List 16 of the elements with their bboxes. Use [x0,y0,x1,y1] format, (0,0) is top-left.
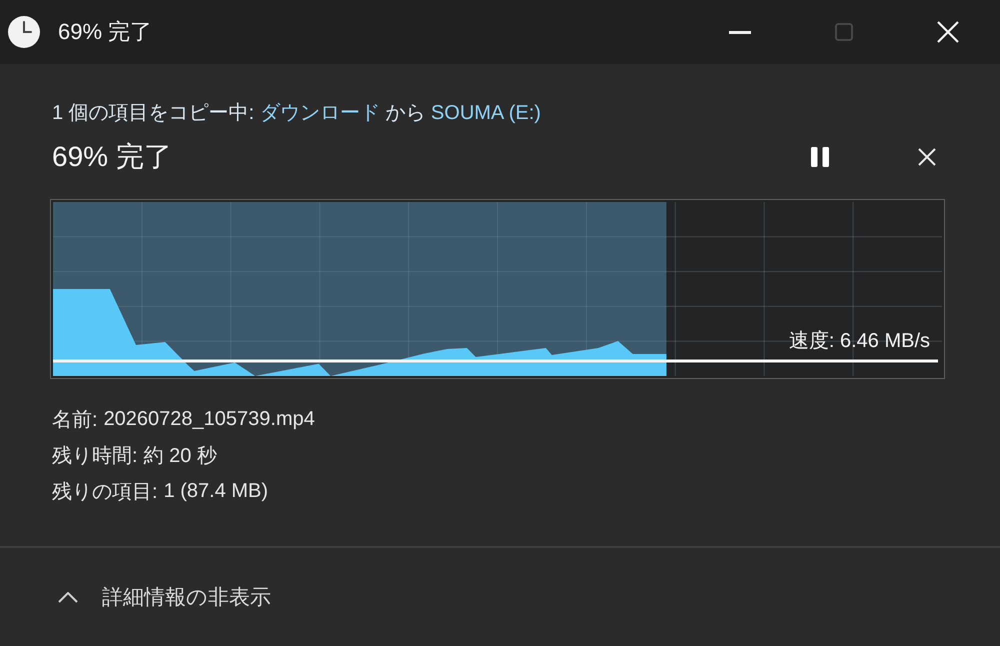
clock-icon [8,16,40,48]
source-folder-link[interactable]: ダウンロード [260,102,380,124]
close-icon [918,148,936,166]
copy-status-text: 1 個の項目をコピー中: ダウンロード から SOUMA (E:) [51,101,542,126]
details-toggle-button[interactable]: 詳細情報の非表示 [56,579,273,615]
detail-label: 残り時間: [52,444,138,468]
detail-label: 名前: [52,408,98,432]
window-title: 69% 完了 [58,18,152,46]
pause-icon [811,147,829,167]
progress-percent-text: 69% 完了 [51,140,172,174]
detail-label: 残りの項目: [52,480,158,504]
detail-value: 約 20 秒 [144,444,217,468]
speed-label: 速度: 6.46 MB/s [788,329,930,354]
detail-value: 1 (87.4 MB) [164,480,268,502]
destination-drive-link[interactable]: SOUMA (E:) [430,102,541,124]
detail-value: 20260728_105739.mp4 [104,408,315,430]
